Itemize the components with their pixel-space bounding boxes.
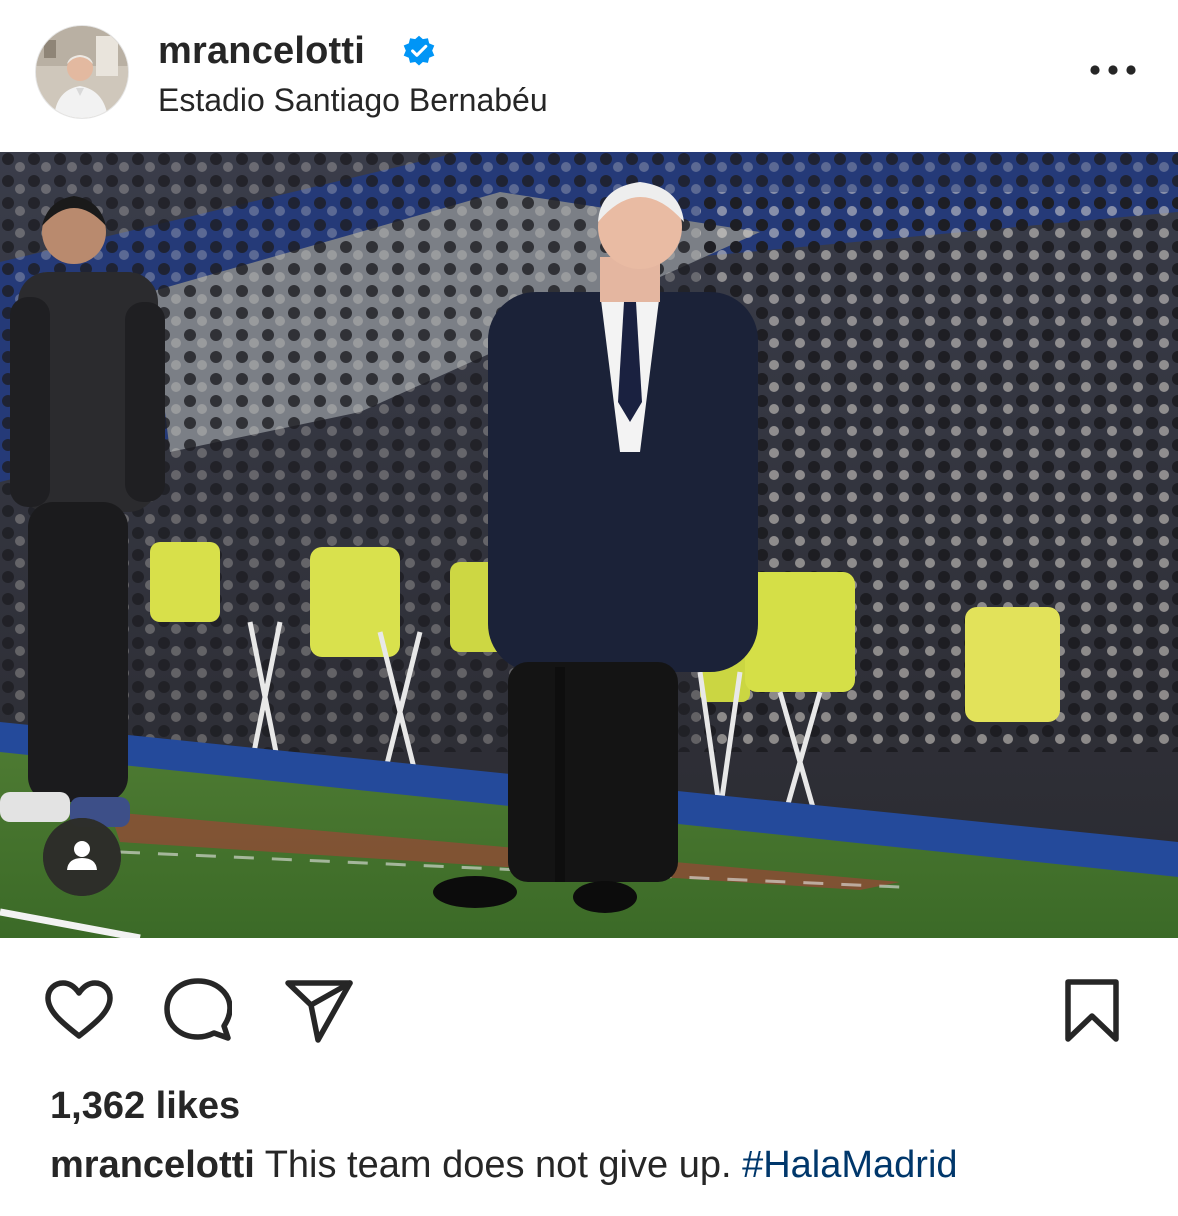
post-username[interactable]: mrancelotti <box>158 28 365 74</box>
post-caption: mrancelotti This team does not give up. … <box>50 1140 958 1190</box>
post-location[interactable]: Estadio Santiago Bernabéu <box>158 80 548 120</box>
comment-icon[interactable] <box>164 978 232 1044</box>
action-bar <box>0 938 1178 1078</box>
likes-count[interactable]: 1,362 likes <box>50 1082 240 1130</box>
caption-hashtag[interactable]: #HalaMadrid <box>742 1144 957 1186</box>
paper-plane-icon[interactable] <box>284 978 354 1044</box>
stadium-photo <box>0 152 1178 938</box>
post-header: mrancelotti Estadio Santiago Bernabéu <box>0 0 1178 152</box>
post-photo[interactable] <box>0 152 1178 938</box>
avatar-image <box>36 26 128 118</box>
caption-text: This team does not give up. <box>264 1144 732 1186</box>
heart-icon[interactable] <box>44 980 114 1040</box>
more-horizontal-icon[interactable] <box>1086 58 1140 82</box>
profile-avatar[interactable] <box>36 26 128 118</box>
caption-username[interactable]: mrancelotti <box>50 1144 255 1186</box>
person-tag-icon[interactable] <box>43 818 121 896</box>
bookmark-icon[interactable] <box>1064 978 1120 1044</box>
verified-badge-icon <box>403 35 435 66</box>
